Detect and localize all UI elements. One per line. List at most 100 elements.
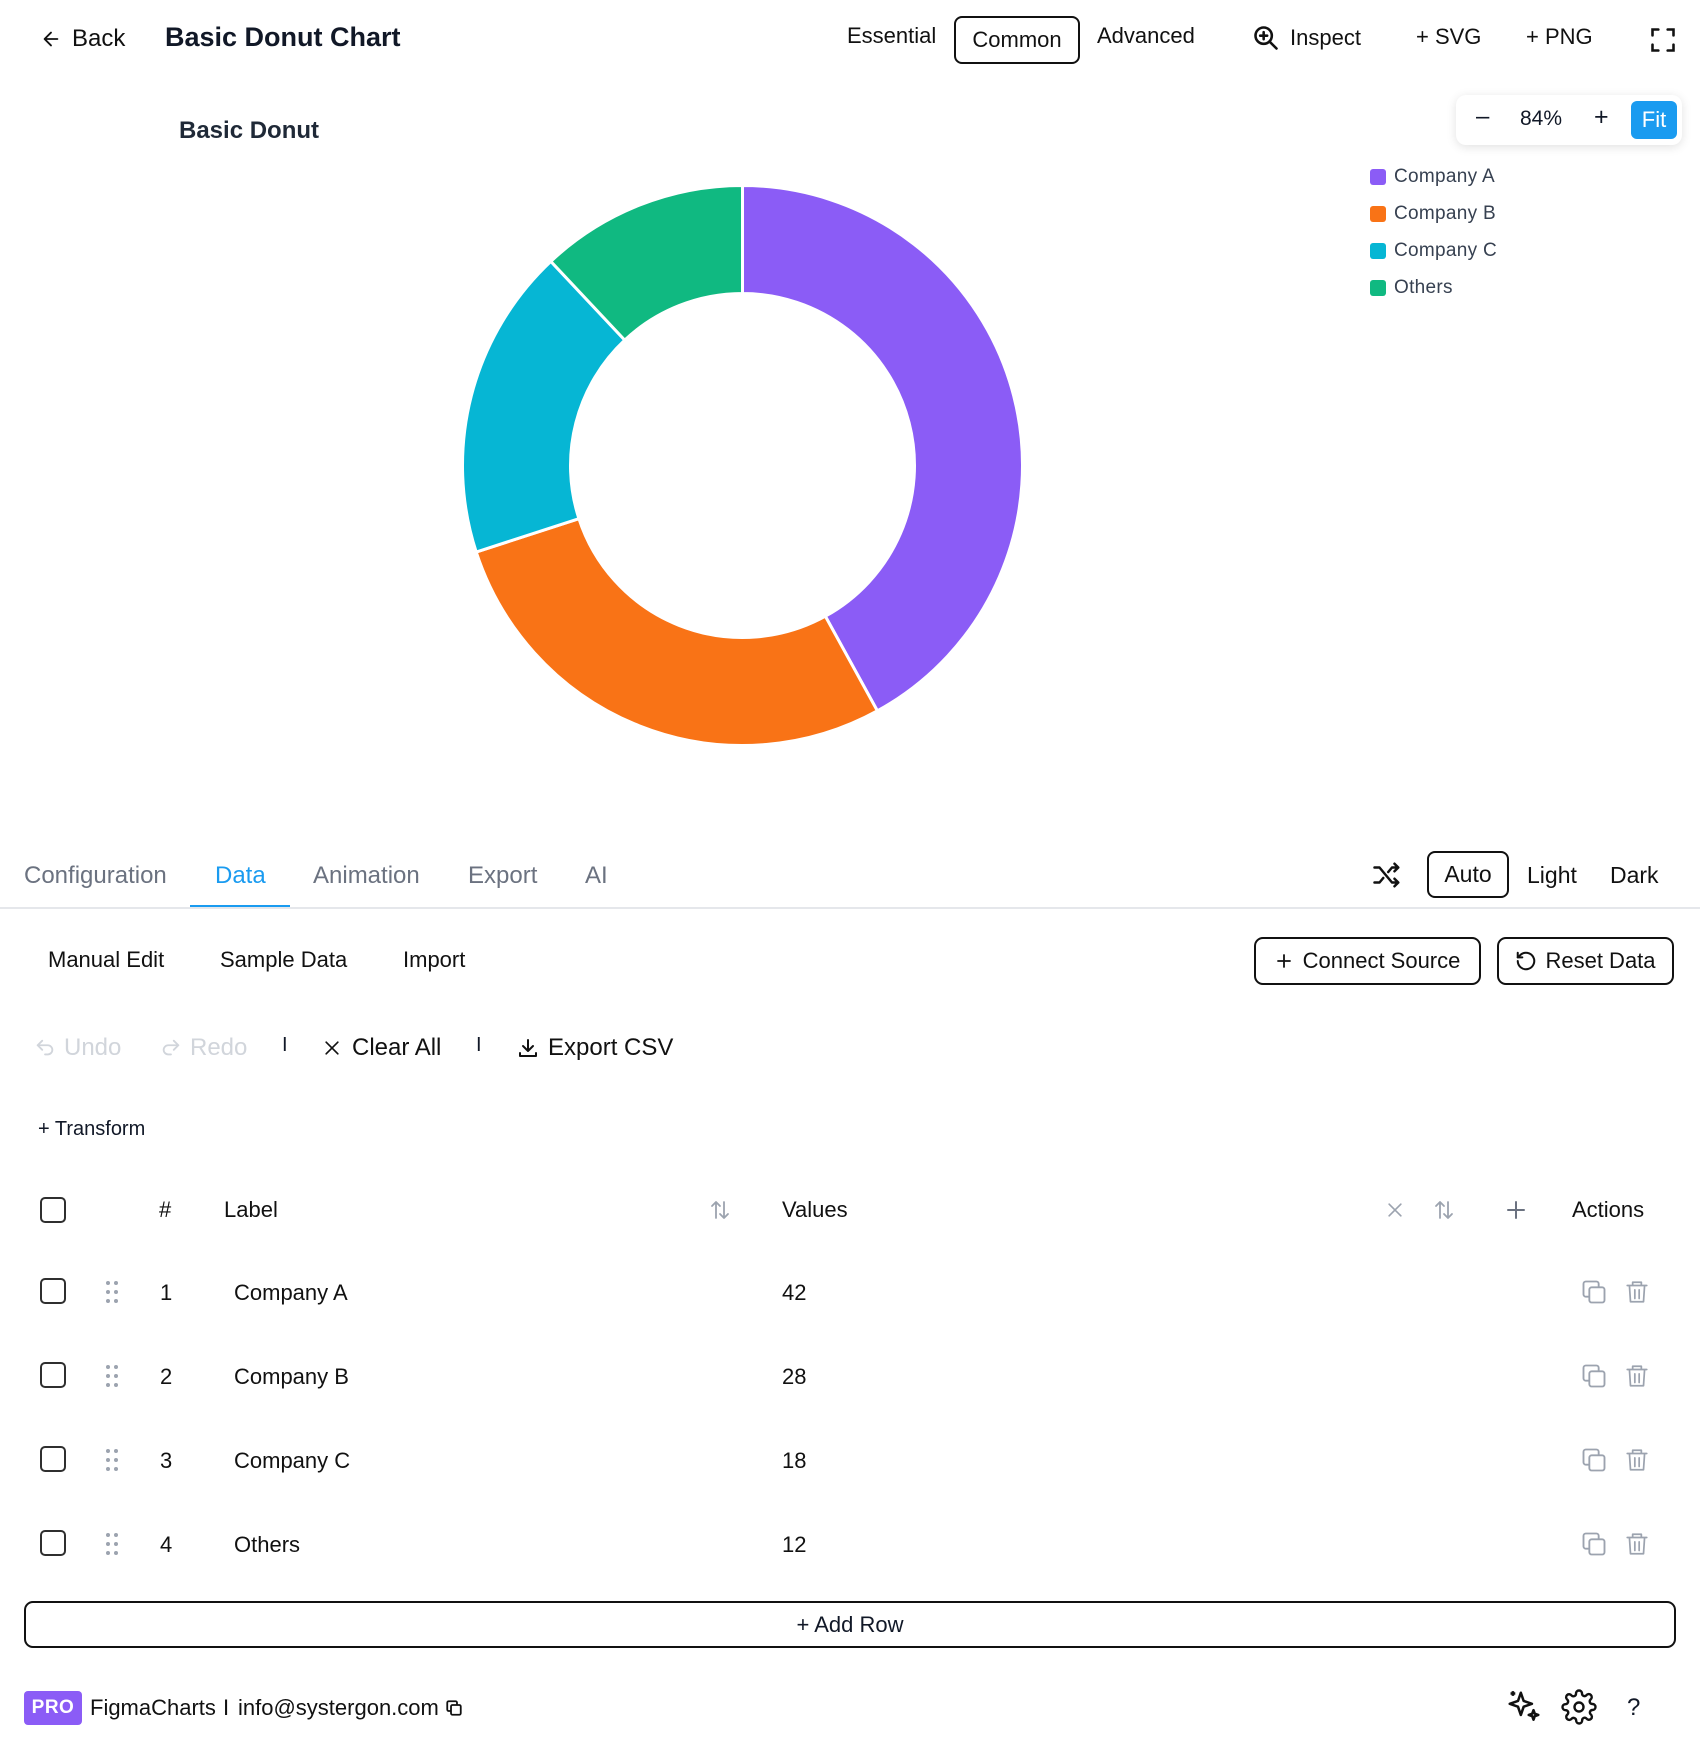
- theme-auto[interactable]: Auto: [1427, 851, 1509, 898]
- level-advanced[interactable]: Advanced: [1097, 23, 1195, 49]
- download-icon: [516, 1036, 540, 1060]
- row-label[interactable]: Others: [234, 1532, 300, 1558]
- row-value[interactable]: 28: [782, 1364, 806, 1390]
- column-header-index: #: [159, 1197, 172, 1222]
- legend-item[interactable]: Company B: [1370, 195, 1497, 232]
- tab-ai[interactable]: AI: [585, 862, 608, 890]
- redo-label: Redo: [190, 1034, 248, 1061]
- legend-item[interactable]: Company A: [1370, 158, 1497, 195]
- legend-label: Company C: [1394, 239, 1498, 261]
- export-png-button[interactable]: + PNG: [1526, 24, 1593, 50]
- row-index: 4: [160, 1532, 173, 1557]
- trash-icon[interactable]: [1624, 1362, 1650, 1390]
- column-header-values: Values: [782, 1197, 848, 1222]
- level-essential[interactable]: Essential: [847, 23, 936, 49]
- row-index: 3: [160, 1448, 173, 1473]
- donut-slice-company-b[interactable]: [474, 516, 880, 747]
- donut-chart: [461, 183, 1024, 747]
- legend-label: Others: [1394, 276, 1453, 298]
- tab-export[interactable]: Export: [468, 862, 537, 890]
- row-value[interactable]: 42: [782, 1280, 806, 1306]
- close-icon: [322, 1038, 342, 1058]
- zoom-in-button[interactable]: +: [1594, 103, 1609, 132]
- legend-swatch: [1370, 168, 1386, 185]
- drag-handle-icon[interactable]: [104, 1279, 120, 1305]
- row-label[interactable]: Company C: [234, 1448, 350, 1474]
- row-label[interactable]: Company B: [234, 1364, 349, 1390]
- copy-icon[interactable]: [445, 1699, 463, 1717]
- connect-source-button[interactable]: Connect Source: [1254, 937, 1481, 985]
- clear-all-label: Clear All: [352, 1034, 442, 1061]
- legend-label: Company A: [1394, 165, 1495, 187]
- help-button[interactable]: ?: [1627, 1694, 1640, 1722]
- zoom-out-button[interactable]: –: [1476, 103, 1489, 131]
- row-index: 2: [160, 1364, 173, 1389]
- reset-data-label: Reset Data: [1545, 948, 1656, 973]
- pro-badge: PRO: [24, 1691, 82, 1725]
- table-row: 1 Company A 42: [0, 1252, 1700, 1336]
- redo-button[interactable]: Redo: [160, 1034, 247, 1062]
- trash-icon[interactable]: [1624, 1446, 1650, 1474]
- legend-item[interactable]: Others: [1370, 269, 1497, 306]
- table-row: 3 Company C 18: [0, 1420, 1700, 1504]
- drag-handle-icon[interactable]: [104, 1363, 120, 1389]
- inspect-button[interactable]: Inspect: [1252, 24, 1361, 52]
- tab-configuration[interactable]: Configuration: [24, 862, 167, 890]
- contact-email[interactable]: info@systergon.com: [238, 1695, 439, 1721]
- undo-icon: [34, 1037, 56, 1059]
- transform-button[interactable]: + Transform: [38, 1118, 145, 1141]
- gear-icon[interactable]: [1561, 1689, 1597, 1725]
- page-title: Basic Donut Chart: [165, 22, 401, 52]
- sub-tab-import[interactable]: Import: [403, 947, 465, 973]
- connect-source-label: Connect Source: [1302, 948, 1461, 973]
- tab-data[interactable]: Data: [215, 862, 266, 890]
- remove-column-icon[interactable]: [1385, 1200, 1405, 1220]
- row-checkbox[interactable]: [40, 1530, 66, 1556]
- duplicate-icon[interactable]: [1580, 1362, 1608, 1390]
- clear-all-button[interactable]: Clear All: [322, 1034, 441, 1062]
- row-checkbox[interactable]: [40, 1362, 66, 1388]
- legend-item[interactable]: Company C: [1370, 232, 1497, 269]
- sub-tab-sample-data[interactable]: Sample Data: [220, 947, 347, 973]
- export-csv-button[interactable]: Export CSV: [516, 1034, 673, 1062]
- footer-separator: I: [223, 1695, 230, 1720]
- sort-label-icon[interactable]: [708, 1198, 732, 1222]
- toolbar-separator: I: [282, 1034, 288, 1056]
- sparkles-icon[interactable]: [1505, 1688, 1543, 1726]
- trash-icon[interactable]: [1624, 1278, 1650, 1306]
- row-label[interactable]: Company A: [234, 1280, 348, 1306]
- duplicate-icon[interactable]: [1580, 1446, 1608, 1474]
- theme-dark[interactable]: Dark: [1610, 862, 1659, 889]
- sub-tab-manual-edit[interactable]: Manual Edit: [48, 947, 164, 973]
- trash-icon[interactable]: [1624, 1530, 1650, 1558]
- back-button[interactable]: Back: [40, 25, 125, 53]
- app-name: FigmaCharts: [90, 1695, 216, 1720]
- theme-light[interactable]: Light: [1527, 862, 1577, 889]
- row-value[interactable]: 18: [782, 1448, 806, 1474]
- legend-label: Company B: [1394, 202, 1496, 224]
- drag-handle-icon[interactable]: [104, 1447, 120, 1473]
- row-checkbox[interactable]: [40, 1278, 66, 1304]
- export-svg-button[interactable]: + SVG: [1416, 24, 1481, 50]
- level-common[interactable]: Common: [954, 16, 1080, 64]
- plus-icon: [1275, 952, 1293, 970]
- undo-button[interactable]: Undo: [34, 1034, 121, 1062]
- row-checkbox[interactable]: [40, 1446, 66, 1472]
- sort-values-icon[interactable]: [1432, 1198, 1456, 1222]
- add-row-button[interactable]: + Add Row: [24, 1601, 1676, 1648]
- tab-animation[interactable]: Animation: [313, 862, 420, 890]
- column-header-label: Label: [224, 1197, 278, 1222]
- fullscreen-icon[interactable]: [1649, 26, 1677, 54]
- duplicate-icon[interactable]: [1580, 1278, 1608, 1306]
- reset-data-button[interactable]: Reset Data: [1497, 937, 1674, 985]
- select-all-checkbox[interactable]: [40, 1197, 66, 1223]
- fit-button[interactable]: Fit: [1631, 101, 1677, 139]
- add-column-icon[interactable]: [1504, 1198, 1528, 1222]
- shuffle-icon[interactable]: [1370, 860, 1404, 890]
- undo-label: Undo: [64, 1034, 122, 1061]
- row-value[interactable]: 12: [782, 1532, 806, 1558]
- reset-icon: [1515, 950, 1537, 972]
- zoom-controls: – 84% + Fit: [1456, 95, 1682, 145]
- drag-handle-icon[interactable]: [104, 1531, 120, 1557]
- duplicate-icon[interactable]: [1580, 1530, 1608, 1558]
